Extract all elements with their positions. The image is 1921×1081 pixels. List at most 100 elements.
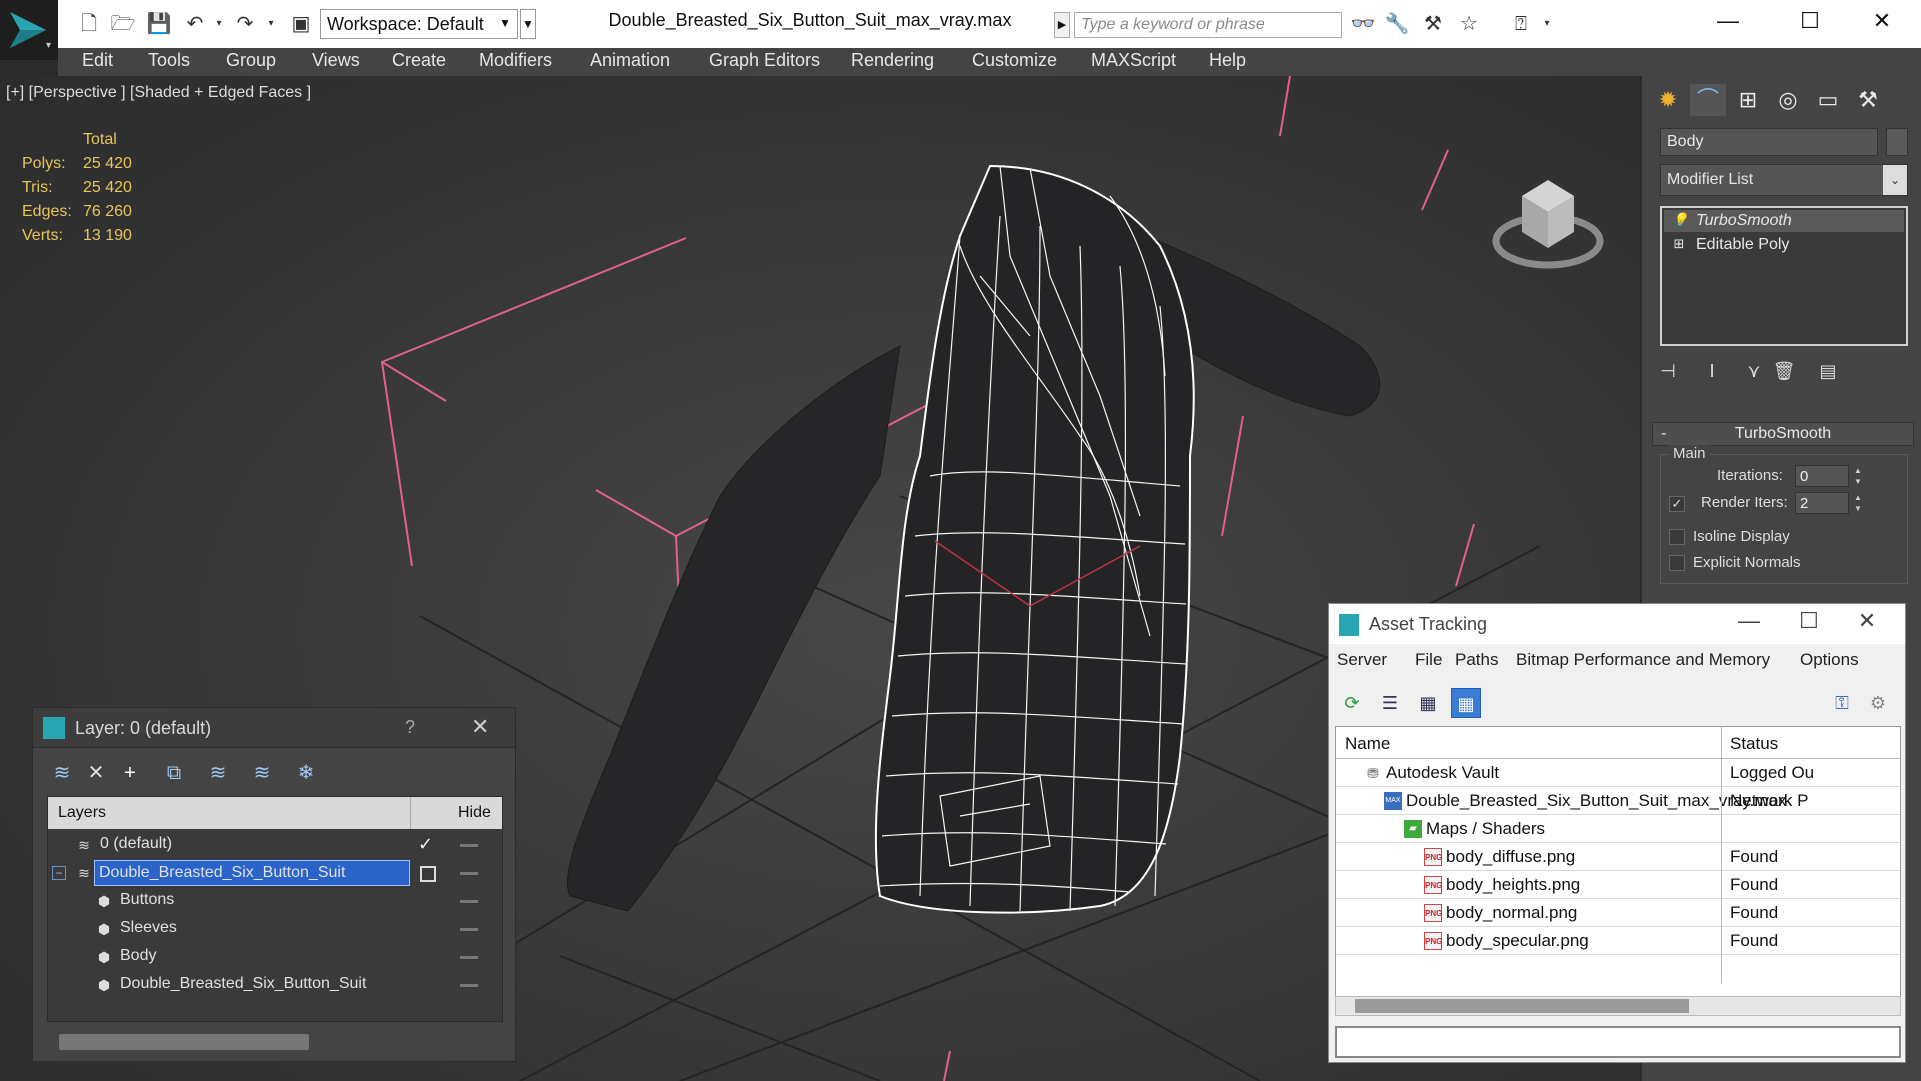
layer-row[interactable]: ⬢ Buttons xyxy=(48,887,502,915)
column-hide[interactable]: Hide xyxy=(458,804,491,822)
hierarchy-tab-icon[interactable]: ⊞ xyxy=(1730,84,1766,116)
asset-dialog-titlebar[interactable]: Asset Tracking — ☐ ✕ xyxy=(1329,604,1905,644)
object-color-swatch[interactable] xyxy=(1886,128,1908,156)
maximize-icon[interactable]: ☐ xyxy=(1790,6,1830,38)
menu-tools[interactable]: Tools xyxy=(148,50,190,71)
help-button[interactable]: ? xyxy=(405,717,415,738)
modifier-list-dropdown[interactable]: Modifier List ⌄ xyxy=(1660,164,1908,196)
column-status[interactable]: Status xyxy=(1730,734,1778,754)
close-icon[interactable]: ✕ xyxy=(1847,608,1887,634)
new-file-icon[interactable]: 🗋 xyxy=(76,12,102,36)
delete-layer-icon[interactable]: ✕ xyxy=(81,758,111,788)
vault-options-icon[interactable]: ⚙ xyxy=(1863,688,1893,718)
layer-row[interactable]: ⬢ Sleeves xyxy=(48,915,502,943)
display-tab-icon[interactable]: ▭ xyxy=(1810,84,1846,116)
hide-toggle[interactable] xyxy=(460,872,478,875)
current-layer-check-icon[interactable]: ✓ xyxy=(418,834,433,855)
help-icon[interactable]: ⍰ xyxy=(1508,12,1534,36)
hide-toggle[interactable] xyxy=(460,956,478,959)
layer-row[interactable]: ≋ 0 (default) ✓ xyxy=(48,831,502,859)
project-folder-icon[interactable]: ▣ xyxy=(288,12,314,36)
set-current-box[interactable] xyxy=(420,866,436,882)
undo-icon[interactable]: ↶ xyxy=(182,12,208,36)
table-view-icon[interactable]: ▦ xyxy=(1451,688,1481,718)
asset-row[interactable]: PNG body_diffuse.png Found xyxy=(1336,843,1900,871)
menu-graph-editors[interactable]: Graph Editors xyxy=(709,50,820,71)
iterations-spinner[interactable]: 0 xyxy=(1795,465,1849,487)
menu-animation[interactable]: Animation xyxy=(590,50,670,71)
pin-stack-icon[interactable]: ⊣ xyxy=(1652,356,1684,386)
viewport-label[interactable]: [+] [Perspective ] [Shaded + Edged Faces… xyxy=(6,84,311,102)
workspace-select[interactable]: Workspace: Default ▼ xyxy=(320,9,518,39)
column-layers[interactable]: Layers xyxy=(58,804,106,822)
spinner-arrows-icon[interactable]: ▲ ▼ xyxy=(1851,465,1865,487)
select-layer-icon[interactable]: ≋ xyxy=(203,758,233,788)
column-divider[interactable] xyxy=(410,797,411,829)
layer-row[interactable]: − ≋ Double_Breasted_Six_Button_Suit xyxy=(48,859,502,887)
hide-toggle[interactable] xyxy=(460,984,478,987)
hide-toggle[interactable] xyxy=(460,900,478,903)
make-unique-icon[interactable]: ⋎ xyxy=(1738,356,1770,386)
modify-tab-icon[interactable]: ⌒ xyxy=(1690,84,1726,116)
menu-server[interactable]: Server xyxy=(1337,650,1387,670)
refresh-icon[interactable]: ⟳ xyxy=(1337,688,1367,718)
stack-item-turbosmooth[interactable]: 💡 TurboSmooth xyxy=(1664,210,1904,232)
select-objects-icon[interactable]: ⧉ xyxy=(159,758,189,788)
close-icon[interactable]: ✕ xyxy=(471,714,489,740)
menu-modifiers[interactable]: Modifiers xyxy=(479,50,552,71)
asset-row[interactable]: PNG body_normal.png Found xyxy=(1336,899,1900,927)
new-layer-icon[interactable]: ≋ xyxy=(47,758,77,788)
menu-paths[interactable]: Paths xyxy=(1455,650,1498,670)
asset-row[interactable]: ▰ Maps / Shaders xyxy=(1336,815,1900,843)
exchange-icon[interactable]: ⚒ xyxy=(1420,12,1446,36)
search-input[interactable] xyxy=(1074,12,1342,38)
help-dropdown-icon[interactable]: ▾ xyxy=(1534,12,1560,36)
hide-toggle[interactable] xyxy=(460,844,478,847)
redo-dropdown-icon[interactable]: ▾ xyxy=(258,12,284,36)
render-iters-checkbox[interactable]: ✓ xyxy=(1669,496,1685,512)
lightbulb-icon[interactable]: 💡 xyxy=(1672,213,1688,227)
column-divider[interactable] xyxy=(1721,727,1722,759)
horizontal-scrollbar[interactable] xyxy=(59,1034,309,1050)
column-name[interactable]: Name xyxy=(1345,734,1390,754)
isoline-display-checkbox[interactable] xyxy=(1669,529,1685,545)
turbosmooth-rollout-header[interactable]: - TurboSmooth xyxy=(1652,422,1914,446)
remove-modifier-icon[interactable]: 🗑 xyxy=(1768,356,1800,386)
binoculars-icon[interactable]: 👓 xyxy=(1350,12,1376,36)
save-icon[interactable]: 💾 xyxy=(146,12,172,36)
collapse-minus-icon[interactable]: − xyxy=(52,866,66,880)
undo-dropdown-icon[interactable]: ▾ xyxy=(206,12,232,36)
layer-dialog-titlebar[interactable]: Layer: 0 (default) ? ✕ xyxy=(33,708,515,748)
create-tab-icon[interactable]: ✹ xyxy=(1650,84,1686,116)
app-logo-button[interactable]: ▾ xyxy=(0,0,58,60)
hide-all-icon[interactable]: ≋ xyxy=(247,758,277,788)
menu-maxscript[interactable]: MAXScript xyxy=(1091,50,1176,71)
hide-toggle[interactable] xyxy=(460,928,478,931)
show-end-result-icon[interactable]: Ⅰ xyxy=(1696,356,1728,386)
workspace-options-button[interactable]: ▼ xyxy=(520,9,536,39)
configure-sets-icon[interactable]: ▤ xyxy=(1812,356,1844,386)
render-iters-spinner[interactable]: 2 xyxy=(1795,492,1849,514)
vault-login-icon[interactable]: ⚿ xyxy=(1827,688,1857,718)
menu-file[interactable]: File xyxy=(1415,650,1442,670)
menu-options[interactable]: Options xyxy=(1800,650,1859,670)
tools-icon[interactable]: 🔧 xyxy=(1384,12,1410,36)
asset-row[interactable]: MAX Double_Breasted_Six_Button_Suit_max_… xyxy=(1336,787,1900,815)
utilities-tab-icon[interactable]: ⚒ xyxy=(1850,84,1886,116)
spinner-arrows-icon[interactable]: ▲ ▼ xyxy=(1851,492,1865,514)
object-name-field[interactable]: Body xyxy=(1660,128,1878,156)
menu-edit[interactable]: Edit xyxy=(82,50,113,71)
favorites-star-icon[interactable]: ☆ xyxy=(1456,12,1482,36)
minimize-icon[interactable]: — xyxy=(1729,608,1769,634)
asset-row[interactable]: PNG body_heights.png Found xyxy=(1336,871,1900,899)
menu-group[interactable]: Group xyxy=(226,50,276,71)
maximize-icon[interactable]: ☐ xyxy=(1789,608,1829,634)
horizontal-scrollbar[interactable] xyxy=(1355,999,1689,1013)
add-to-layer-icon[interactable]: + xyxy=(115,758,145,788)
menu-bitmap-performance[interactable]: Bitmap Performance and Memory xyxy=(1516,650,1770,670)
layer-row[interactable]: ⬢ Double_Breasted_Six_Button_Suit xyxy=(48,971,502,999)
motion-tab-icon[interactable]: ◎ xyxy=(1770,84,1806,116)
minimize-icon[interactable]: — xyxy=(1708,6,1748,38)
search-expand-icon[interactable]: ▶ xyxy=(1054,12,1070,38)
stack-item-editable-poly[interactable]: ⊞ Editable Poly xyxy=(1664,234,1904,256)
